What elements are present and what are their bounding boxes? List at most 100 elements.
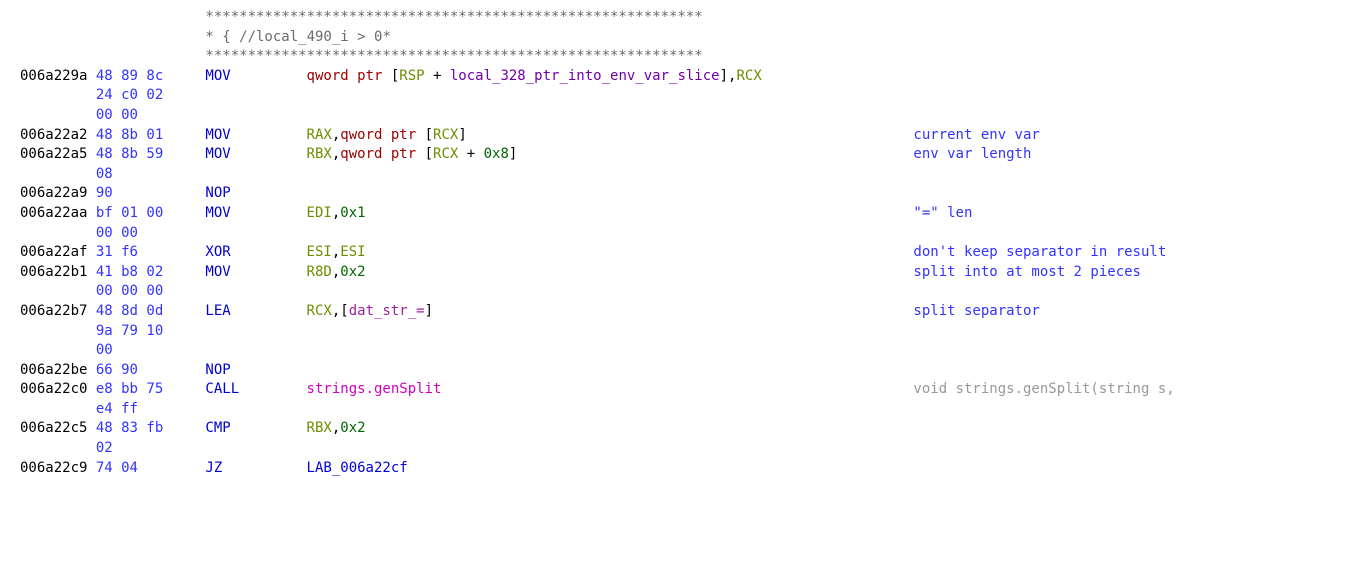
address[interactable]: 006a22c9 xyxy=(20,459,96,479)
operands[interactable]: RBX,qword ptr [RCX + 0x8] xyxy=(307,145,914,165)
mnemonic: MOV xyxy=(205,67,306,87)
disasm-row[interactable]: 006a229a48 89 8cMOVqword ptr [RSP + loca… xyxy=(20,67,1364,87)
operands[interactable]: LAB_006a22cf xyxy=(307,459,914,479)
operand-token: dat_str_= xyxy=(349,303,425,319)
mnemonic: MOV xyxy=(205,145,306,165)
operand-token: ESI xyxy=(307,244,332,260)
disasm-row[interactable]: 006a22b748 8d 0dLEARCX,[dat_str_=]split … xyxy=(20,302,1364,322)
mnemonic: JZ xyxy=(205,459,306,479)
address[interactable]: 006a22a2 xyxy=(20,126,96,146)
operands[interactable] xyxy=(307,184,914,204)
operand-token: R8D xyxy=(307,264,332,280)
disassembly-listing[interactable]: ****************************************… xyxy=(0,0,1364,486)
disasm-row[interactable]: 006a22aabf 01 00MOVEDI,0x1"=" len xyxy=(20,204,1364,224)
operand-token: RBX xyxy=(307,146,332,162)
operand-token: [ xyxy=(425,146,433,162)
code-bytes: 66 90 xyxy=(96,361,206,381)
disasm-row[interactable]: 006a22a248 8b 01MOVRAX,qword ptr [RCX]cu… xyxy=(20,126,1364,146)
disasm-row[interactable]: 006a22be66 90NOP xyxy=(20,361,1364,381)
address[interactable]: 006a22af xyxy=(20,243,96,263)
operand-token: ESI xyxy=(340,244,365,260)
code-bytes: 48 83 fb xyxy=(96,419,206,439)
operands[interactable]: qword ptr [RSP + local_328_ptr_into_env_… xyxy=(307,67,914,87)
code-bytes: 31 f6 xyxy=(96,243,206,263)
operand-token: RAX xyxy=(307,127,332,143)
eol-comment: don't keep separator in result xyxy=(913,243,1166,263)
operands[interactable]: RCX,[dat_str_=] xyxy=(307,302,914,322)
operands[interactable]: ESI,ESI xyxy=(307,243,914,263)
mnemonic: MOV xyxy=(205,263,306,283)
address[interactable]: 006a22b1 xyxy=(20,263,96,283)
operand-token: qword ptr xyxy=(307,68,391,84)
operand-token: strings.genSplit xyxy=(307,381,442,397)
eol-comment: split separator xyxy=(913,302,1039,322)
disasm-row[interactable]: 006a22b141 b8 02MOVR8D,0x2split into at … xyxy=(20,263,1364,283)
address[interactable]: 006a22b7 xyxy=(20,302,96,322)
operand-token: 0x2 xyxy=(340,264,365,280)
operands[interactable] xyxy=(307,361,914,381)
disasm-row-cont: 00 00 xyxy=(20,106,1364,126)
banner-comment-post: * xyxy=(382,28,390,48)
mnemonic: MOV xyxy=(205,126,306,146)
operand-token: 0x2 xyxy=(340,420,365,436)
code-bytes: e8 bb 75 xyxy=(96,380,206,400)
disasm-row[interactable]: 006a22c0e8 bb 75CALLstrings.genSplit void… xyxy=(20,380,1364,400)
operand-token: qword ptr xyxy=(340,127,424,143)
mnemonic: CALL xyxy=(205,380,306,400)
disasm-row-cont: e4 ff xyxy=(20,400,1364,420)
operands[interactable]: RAX,qword ptr [RCX] xyxy=(307,126,914,146)
disasm-row[interactable]: 006a22a990NOP xyxy=(20,184,1364,204)
disasm-row[interactable]: 006a22c548 83 fbCMPRBX,0x2 xyxy=(20,419,1364,439)
banner-row: ****************************************… xyxy=(20,47,1364,67)
eol-comment: env var length xyxy=(913,145,1031,165)
disasm-row-cont: 02 xyxy=(20,439,1364,459)
disasm-row-cont: 9a 79 10 xyxy=(20,322,1364,342)
eol-comment: "=" len xyxy=(913,204,972,224)
code-bytes: 90 xyxy=(96,184,206,204)
mnemonic: XOR xyxy=(205,243,306,263)
disasm-row-cont: 00 xyxy=(20,341,1364,361)
mnemonic: NOP xyxy=(205,184,306,204)
address[interactable]: 006a229a xyxy=(20,67,96,87)
operand-token: RSP xyxy=(399,68,424,84)
operand-token: 0x8 xyxy=(484,146,509,162)
operand-token: RCX xyxy=(433,146,458,162)
operands[interactable]: RBX,0x2 xyxy=(307,419,914,439)
operand-token: qword ptr xyxy=(340,146,424,162)
banner-comment-text: local_490_i > 0 xyxy=(256,28,382,48)
code-bytes: 74 04 xyxy=(96,459,206,479)
code-bytes: 41 b8 02 xyxy=(96,263,206,283)
operand-token: RCX xyxy=(433,127,458,143)
operand-token: [ xyxy=(425,127,433,143)
banner-stars-top: ****************************************… xyxy=(205,8,702,28)
code-bytes: e4 ff xyxy=(96,400,206,420)
operands[interactable]: strings.genSplit xyxy=(307,380,914,400)
operand-token: ] xyxy=(509,146,517,162)
mnemonic: CMP xyxy=(205,419,306,439)
address[interactable]: 006a22c0 xyxy=(20,380,96,400)
disasm-row[interactable]: 006a22a548 8b 59MOVRBX,qword ptr [RCX + … xyxy=(20,145,1364,165)
eol-comment: void strings.genSplit(string s, xyxy=(913,380,1174,400)
operand-token: local_328_ptr_into_env_var_slice xyxy=(450,68,720,84)
address[interactable]: 006a22aa xyxy=(20,204,96,224)
address[interactable]: 006a22be xyxy=(20,361,96,381)
operands[interactable]: R8D,0x2 xyxy=(307,263,914,283)
address[interactable]: 006a22c5 xyxy=(20,419,96,439)
code-bytes: 48 8d 0d xyxy=(96,302,206,322)
disasm-row[interactable]: 006a22af31 f6XORESI,ESIdon't keep separa… xyxy=(20,243,1364,263)
mnemonic: LEA xyxy=(205,302,306,322)
code-bytes: 00 00 00 xyxy=(96,282,206,302)
operands[interactable]: EDI,0x1 xyxy=(307,204,914,224)
operand-token: 0x1 xyxy=(340,205,365,221)
disasm-row[interactable]: 006a22c974 04JZLAB_006a22cf xyxy=(20,459,1364,479)
operand-token: RCX xyxy=(736,68,761,84)
address[interactable]: 006a22a9 xyxy=(20,184,96,204)
address[interactable]: 006a22a5 xyxy=(20,145,96,165)
eol-comment: current env var xyxy=(913,126,1039,146)
operand-token: EDI xyxy=(307,205,332,221)
banner-row: ****************************************… xyxy=(20,8,1364,28)
operand-token: RBX xyxy=(307,420,332,436)
code-bytes: 48 8b 59 xyxy=(96,145,206,165)
code-bytes: 00 00 xyxy=(96,224,206,244)
banner-stars-bot: ****************************************… xyxy=(205,47,702,67)
